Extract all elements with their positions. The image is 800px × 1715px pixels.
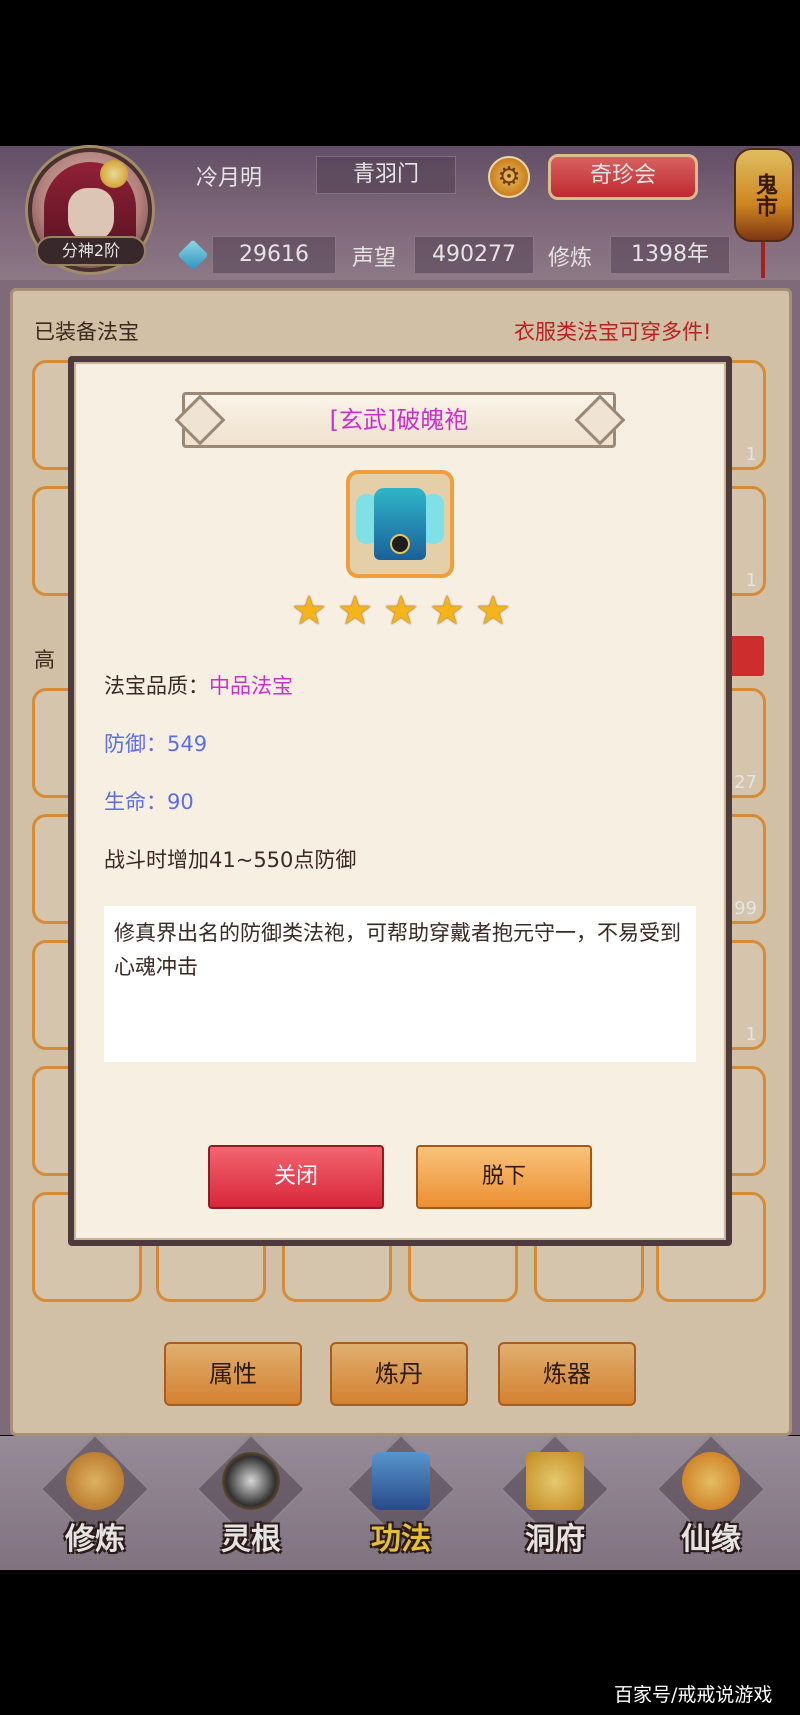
quality-value: 中品法宝 xyxy=(209,674,293,698)
robe-icon xyxy=(346,470,454,578)
item-title: [玄武]破魄袍 xyxy=(329,406,469,434)
star-icon: ★ xyxy=(337,588,373,634)
close-button[interactable]: 关闭 xyxy=(208,1145,384,1209)
star-rating: ★ ★ ★ ★ ★ xyxy=(288,590,518,634)
watermark: 百家号/戒戒说游戏 xyxy=(614,1684,773,1706)
defense-stat: 防御：549 xyxy=(104,732,208,756)
item-description: 修真界出名的防御类法袍，可帮助穿戴者抱元守一，不易受到心魂冲击 xyxy=(104,906,696,1062)
quality-label: 法宝品质： xyxy=(104,674,209,698)
star-icon: ★ xyxy=(429,588,465,634)
unequip-button[interactable]: 脱下 xyxy=(416,1145,592,1209)
quality-row: 法宝品质：中品法宝 xyxy=(104,670,293,700)
star-icon: ★ xyxy=(475,588,511,634)
life-stat: 生命：90 xyxy=(104,790,194,814)
star-icon: ★ xyxy=(291,588,327,634)
star-icon: ★ xyxy=(383,588,419,634)
battle-effect: 战斗时增加41~550点防御 xyxy=(104,848,357,872)
yin-yang-icon xyxy=(390,534,410,554)
